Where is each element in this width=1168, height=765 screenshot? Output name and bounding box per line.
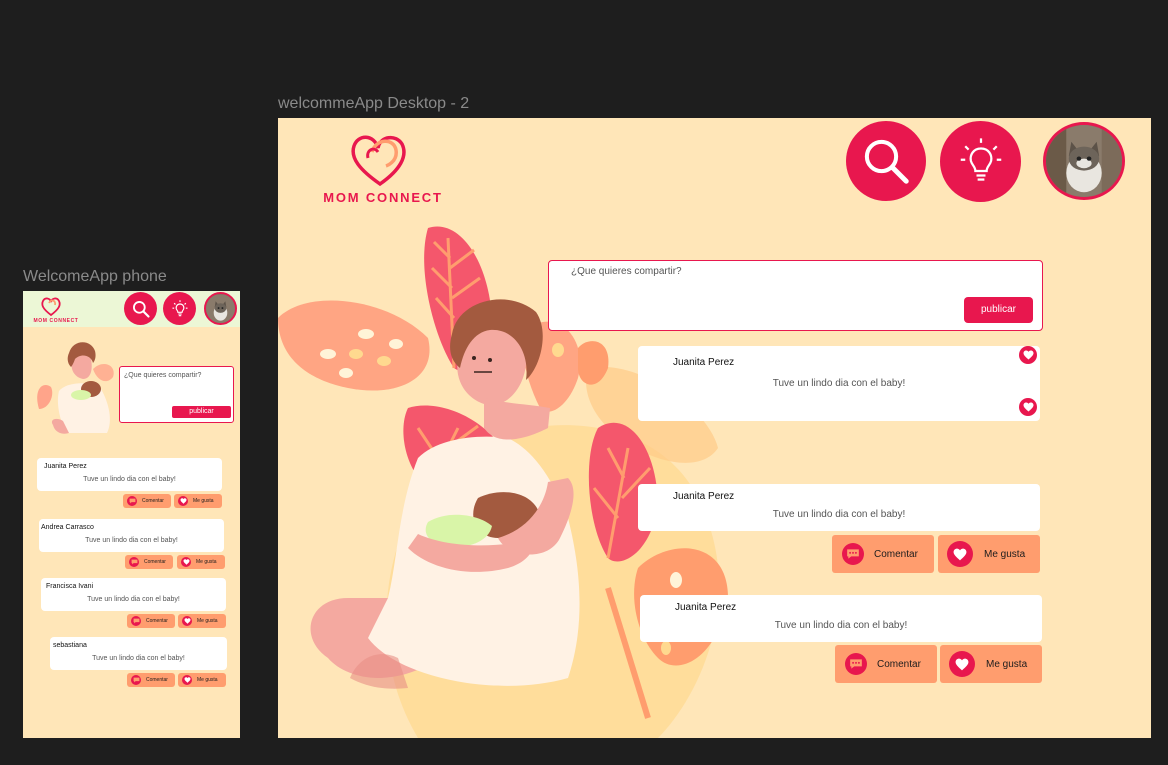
- like-button[interactable]: Me gusta: [177, 555, 225, 569]
- desktop-publish-button[interactable]: publicar: [964, 297, 1033, 323]
- post-text: Tuve un lindo dia con el baby!: [772, 378, 906, 389]
- phone-logo-icon: [41, 297, 61, 317]
- phone-frame: MOM CONNECT ¿Que quieres compartir? publ…: [23, 291, 240, 738]
- heart-icon: [1023, 402, 1033, 412]
- post-text: Tuve un lindo dia con el baby!: [83, 476, 176, 483]
- heart-icon: [178, 496, 188, 506]
- phone-composer[interactable]: ¿Que quieres compartir? publicar: [119, 366, 234, 423]
- comment-button[interactable]: Comentar: [835, 645, 937, 683]
- comment-icon: [129, 557, 139, 567]
- comment-icon: [845, 653, 867, 675]
- like-label: Me gusta: [197, 677, 218, 683]
- design-canvas: WelcomeApp phone MOM CONNECT ¿Que quiere…: [0, 0, 1168, 765]
- like-button[interactable]: Me gusta: [940, 645, 1042, 683]
- desktop-ideas-button[interactable]: [940, 121, 1021, 202]
- post-text: Tuve un lindo dia con el baby!: [774, 620, 908, 631]
- desktop-composer-placeholder[interactable]: ¿Que quieres compartir?: [571, 266, 682, 277]
- like-heart-button[interactable]: [1019, 398, 1037, 416]
- phone-search-button[interactable]: [124, 292, 157, 325]
- comment-icon: [127, 496, 137, 506]
- desktop-post-card: Juanita Perez Tuve un lindo dia con el b…: [640, 595, 1042, 642]
- desktop-post-card: Juanita Perez Tuve un lindo dia con el b…: [638, 484, 1040, 531]
- phone-post-card: sebastiana Tuve un lindo dia con el baby!: [50, 637, 227, 670]
- comment-button[interactable]: Comentar: [127, 673, 175, 687]
- like-label: Me gusta: [193, 498, 214, 504]
- comment-label: Comentar: [877, 658, 921, 670]
- comment-label: Comentar: [146, 618, 168, 624]
- post-author[interactable]: Francisca Ivani: [46, 583, 93, 590]
- cat-avatar-icon: [206, 294, 235, 323]
- comment-icon: [842, 543, 864, 565]
- desktop-frame: MOM CONNECT ¿Que quieres compartir? publ…: [278, 118, 1151, 738]
- post-author[interactable]: Andrea Carrasco: [41, 524, 94, 531]
- post-text: Tuve un lindo dia con el baby!: [92, 655, 185, 662]
- lightbulb-icon: [960, 137, 1001, 181]
- desktop-frame-label[interactable]: welcommeApp Desktop - 2: [278, 95, 469, 113]
- desktop-avatar[interactable]: [1043, 122, 1125, 200]
- phone-ideas-button[interactable]: [163, 292, 196, 325]
- comment-button[interactable]: Comentar: [127, 614, 175, 628]
- cat-avatar-icon: [1046, 125, 1122, 197]
- heart-icon: [182, 616, 192, 626]
- like-button[interactable]: Me gusta: [178, 614, 226, 628]
- lightbulb-icon: [172, 299, 187, 316]
- like-button[interactable]: Me gusta: [178, 673, 226, 687]
- heart-icon: [181, 557, 191, 567]
- like-label: Me gusta: [984, 548, 1026, 560]
- desktop-composer[interactable]: ¿Que quieres compartir? publicar: [548, 260, 1043, 331]
- post-author[interactable]: Juanita Perez: [673, 491, 734, 502]
- post-text: Tuve un lindo dia con el baby!: [87, 596, 180, 603]
- like-label: Me gusta: [196, 559, 217, 565]
- phone-brand-name: MOM CONNECT: [33, 318, 79, 324]
- comment-button[interactable]: Comentar: [125, 555, 173, 569]
- like-heart-button[interactable]: [1019, 346, 1037, 364]
- heart-icon: [949, 651, 975, 677]
- desktop-search-button[interactable]: [846, 121, 926, 201]
- heart-icon: [947, 541, 973, 567]
- like-button[interactable]: Me gusta: [174, 494, 222, 508]
- phone-mother-illustration: [37, 342, 114, 434]
- comment-icon: [131, 616, 141, 626]
- phone-publish-button[interactable]: publicar: [172, 406, 231, 418]
- phone-composer-placeholder[interactable]: ¿Que quieres compartir?: [124, 372, 201, 379]
- comment-label: Comentar: [144, 559, 166, 565]
- phone-frame-label[interactable]: WelcomeApp phone: [23, 268, 167, 286]
- post-text: Tuve un lindo dia con el baby!: [772, 509, 906, 520]
- comment-label: Comentar: [142, 498, 164, 504]
- heart-icon: [182, 675, 192, 685]
- comment-icon: [131, 675, 141, 685]
- comment-button[interactable]: Comentar: [123, 494, 171, 508]
- desktop-post-card: Juanita Perez Tuve un lindo dia con el b…: [638, 346, 1040, 421]
- comment-label: Comentar: [146, 677, 168, 683]
- search-icon: [132, 300, 150, 318]
- phone-avatar[interactable]: [204, 292, 237, 325]
- phone-post-card: Andrea Carrasco Tuve un lindo dia con el …: [39, 519, 224, 552]
- comment-label: Comentar: [874, 548, 918, 560]
- phone-post-card: Juanita Perez Tuve un lindo dia con el ba…: [37, 458, 222, 491]
- phone-post-card: Francisca Ivani Tuve un lindo dia con el …: [41, 578, 226, 611]
- search-icon: [864, 139, 909, 184]
- post-author[interactable]: sebastiana: [53, 642, 87, 649]
- desktop-brand-name: MOM CONNECT: [323, 190, 443, 205]
- like-label: Me gusta: [986, 658, 1028, 670]
- post-text: Tuve un lindo dia con el baby!: [85, 537, 178, 544]
- like-label: Me gusta: [197, 618, 218, 624]
- comment-button[interactable]: Comentar: [832, 535, 934, 573]
- heart-icon: [1023, 350, 1033, 360]
- post-author[interactable]: Juanita Perez: [675, 602, 736, 613]
- desktop-logo-icon: [351, 135, 406, 187]
- post-author[interactable]: Juanita Perez: [673, 357, 734, 368]
- like-button[interactable]: Me gusta: [938, 535, 1040, 573]
- post-author[interactable]: Juanita Perez: [44, 463, 87, 470]
